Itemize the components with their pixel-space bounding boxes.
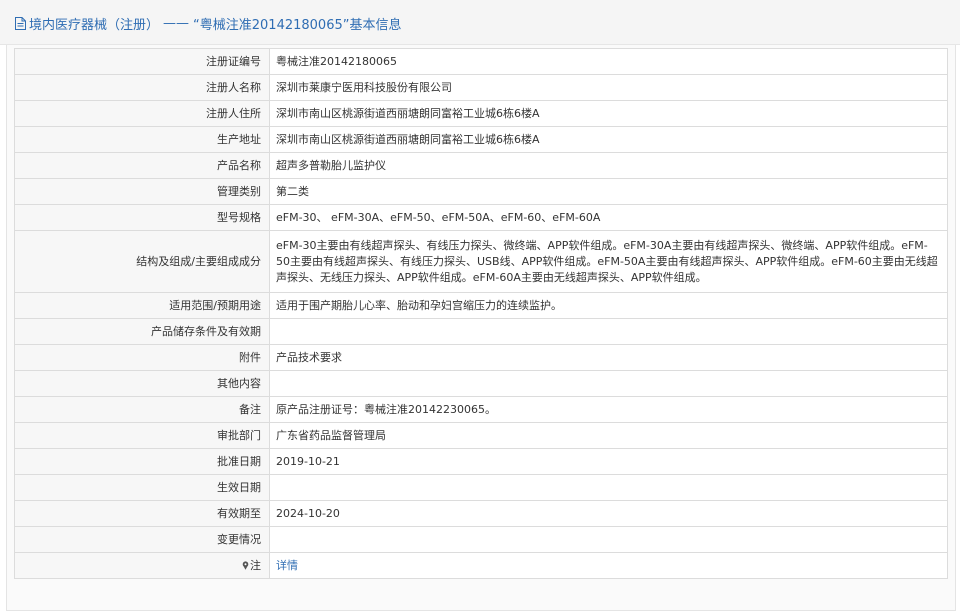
note-value-cell: 详情 (269, 552, 948, 579)
row-label: 结构及组成/主要组成成分 (14, 230, 270, 293)
table-row: 批准日期 2019-10-21 (14, 448, 948, 475)
row-value: 粤械注准20142180065 (269, 48, 948, 75)
table-row: 审批部门 广东省药品监督管理局 (14, 422, 948, 449)
table-row: 备注 原产品注册证号：粤械注准20142230065。 (14, 396, 948, 423)
table-row: 管理类别 第二类 (14, 178, 948, 205)
row-value (269, 318, 948, 345)
row-label: 产品储存条件及有效期 (14, 318, 270, 345)
row-value: 深圳市南山区桃源街道西丽塘朗同富裕工业城6栋6楼A (269, 100, 948, 127)
row-value (269, 526, 948, 553)
row-value (269, 474, 948, 501)
note-row: 注 详情 (14, 552, 948, 579)
page-header: 境内医疗器械（注册） —— “粤械注准20142180065”基本信息 (0, 0, 960, 45)
header-separator: —— (163, 16, 190, 31)
table-row: 产品储存条件及有效期 (14, 318, 948, 345)
row-label: 注册人名称 (14, 74, 270, 101)
row-value: 深圳市莱康宁医用科技股份有限公司 (269, 74, 948, 101)
pin-icon (242, 560, 249, 570)
note-label-cell: 注 (14, 552, 270, 579)
row-label: 有效期至 (14, 500, 270, 527)
table-row: 型号规格 eFM-30、 eFM-30A、eFM-50、eFM-50A、eFM-… (14, 204, 948, 231)
row-value: 广东省药品监督管理局 (269, 422, 948, 449)
row-label: 生效日期 (14, 474, 270, 501)
note-label: 注 (250, 558, 261, 572)
header-record-title: “粤械注准20142180065”基本信息 (193, 18, 402, 33)
table-row: 注册证编号 粤械注准20142180065 (14, 48, 948, 75)
table-row: 产品名称 超声多普勒胎儿监护仪 (14, 152, 948, 179)
table-row: 适用范围/预期用途 适用于围产期胎儿心率、胎动和孕妇宫缩压力的连续监护。 (14, 292, 948, 319)
row-value: 2024-10-20 (269, 500, 948, 527)
table-row: 注册人名称 深圳市莱康宁医用科技股份有限公司 (14, 74, 948, 101)
row-label: 批准日期 (14, 448, 270, 475)
row-value: 适用于围产期胎儿心率、胎动和孕妇宫缩压力的连续监护。 (269, 292, 948, 319)
row-label: 管理类别 (14, 178, 270, 205)
row-label: 注册证编号 (14, 48, 270, 75)
row-value: 2019-10-21 (269, 448, 948, 475)
row-label: 适用范围/预期用途 (14, 292, 270, 319)
row-label: 注册人住所 (14, 100, 270, 127)
row-label: 附件 (14, 344, 270, 371)
row-value: eFM-30、 eFM-30A、eFM-50、eFM-50A、eFM-60、eF… (269, 204, 948, 231)
document-icon (15, 17, 26, 30)
row-value: 产品技术要求 (269, 344, 948, 371)
row-label: 审批部门 (14, 422, 270, 449)
table-row: 结构及组成/主要组成成分 eFM-30主要由有线超声探头、有线压力探头、微终端、… (14, 230, 948, 293)
row-value: 超声多普勒胎儿监护仪 (269, 152, 948, 179)
row-label: 型号规格 (14, 204, 270, 231)
row-value: eFM-30主要由有线超声探头、有线压力探头、微终端、APP软件组成。eFM-3… (269, 230, 948, 293)
table-row: 其他内容 (14, 370, 948, 397)
row-value: 原产品注册证号：粤械注准20142230065。 (269, 396, 948, 423)
row-label: 变更情况 (14, 526, 270, 553)
table-row: 生产地址 深圳市南山区桃源街道西丽塘朗同富裕工业城6栋6楼A (14, 126, 948, 153)
table-row: 生效日期 (14, 474, 948, 501)
row-label: 产品名称 (14, 152, 270, 179)
table-row: 注册人住所 深圳市南山区桃源街道西丽塘朗同富裕工业城6栋6楼A (14, 100, 948, 127)
row-value: 深圳市南山区桃源街道西丽塘朗同富裕工业城6栋6楼A (269, 126, 948, 153)
header-category: 境内医疗器械（注册） (29, 18, 160, 33)
row-value (269, 370, 948, 397)
row-value: 第二类 (269, 178, 948, 205)
device-info-table: 注册证编号 粤械注准20142180065 注册人名称 深圳市莱康宁医用科技股份… (14, 48, 948, 579)
table-row: 附件 产品技术要求 (14, 344, 948, 371)
row-label: 备注 (14, 396, 270, 423)
details-link[interactable]: 详情 (276, 559, 298, 572)
row-label: 生产地址 (14, 126, 270, 153)
row-label: 其他内容 (14, 370, 270, 397)
table-row: 变更情况 (14, 526, 948, 553)
table-row: 有效期至 2024-10-20 (14, 500, 948, 527)
header-title: 境内医疗器械（注册） —— “粤械注准20142180065”基本信息 (14, 14, 401, 33)
